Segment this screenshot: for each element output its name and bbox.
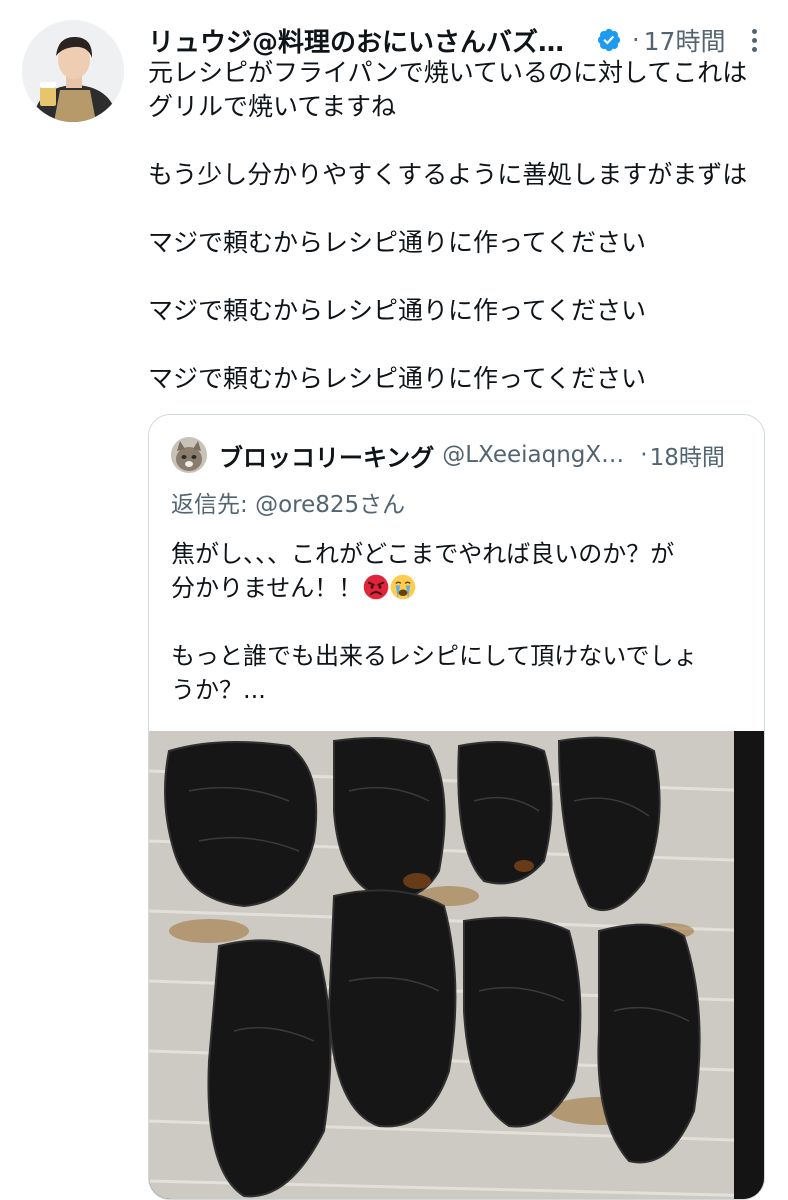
reply-to-prefix: 返信先: [171,492,256,518]
cat-avatar-image [171,437,207,473]
post-header: リュウジ@料理のおにいさんバズレ... · 17時間 [148,20,768,60]
quote-text-rest: もっと誰でも出来るレシピにして頂けないでしょ うか？... [171,642,698,704]
author-avatar-image [22,20,124,122]
quoted-author-name[interactable]: ブロッコリーキング [219,438,434,473]
quoted-timestamp[interactable]: 18時間 [650,438,725,472]
author-avatar[interactable] [22,20,124,122]
tweet-photo[interactable] [149,731,764,1199]
quoted-author-handle[interactable]: @LXeeiaqngXv... [442,442,632,468]
verified-badge-icon [597,28,621,52]
quote-text-line2: 分かりません！！ [171,574,363,602]
reply-to-user[interactable]: @ore825さん [255,492,405,518]
crying-face-emoji [391,574,416,600]
burnt-eggplants-photo [149,731,764,1199]
angry-face-emoji [364,574,389,600]
more-options-icon[interactable] [740,26,768,54]
reply-to-line: 返信先: @ore825さん [171,485,405,519]
separator-dot: · [632,26,640,54]
quoted-tweet[interactable]: ブロッコリーキング @LXeeiaqngXv... · 18時間 返信先: @o… [148,414,765,1200]
post-timestamp[interactable]: 17時間 [644,22,726,58]
quote-text-line1: 焦がし、、、これがどこまでやれば良いのか？が [171,540,675,568]
post-text: 元レシピがフライパンで焼いているのに対してこれは グリルで焼いてますね もう少し… [148,58,748,393]
quoted-tweet-header: ブロッコリーキング @LXeeiaqngXv... · 18時間 [171,435,750,475]
separator-dot: · [640,442,648,468]
quoted-author-avatar[interactable] [171,437,207,473]
quoted-tweet-text: 焦がし、、、これがどこまでやれば良いのか？が 分かりません！！ もっと誰でも出来… [171,537,751,707]
author-name[interactable]: リュウジ@料理のおにいさんバズレ... [148,22,580,59]
